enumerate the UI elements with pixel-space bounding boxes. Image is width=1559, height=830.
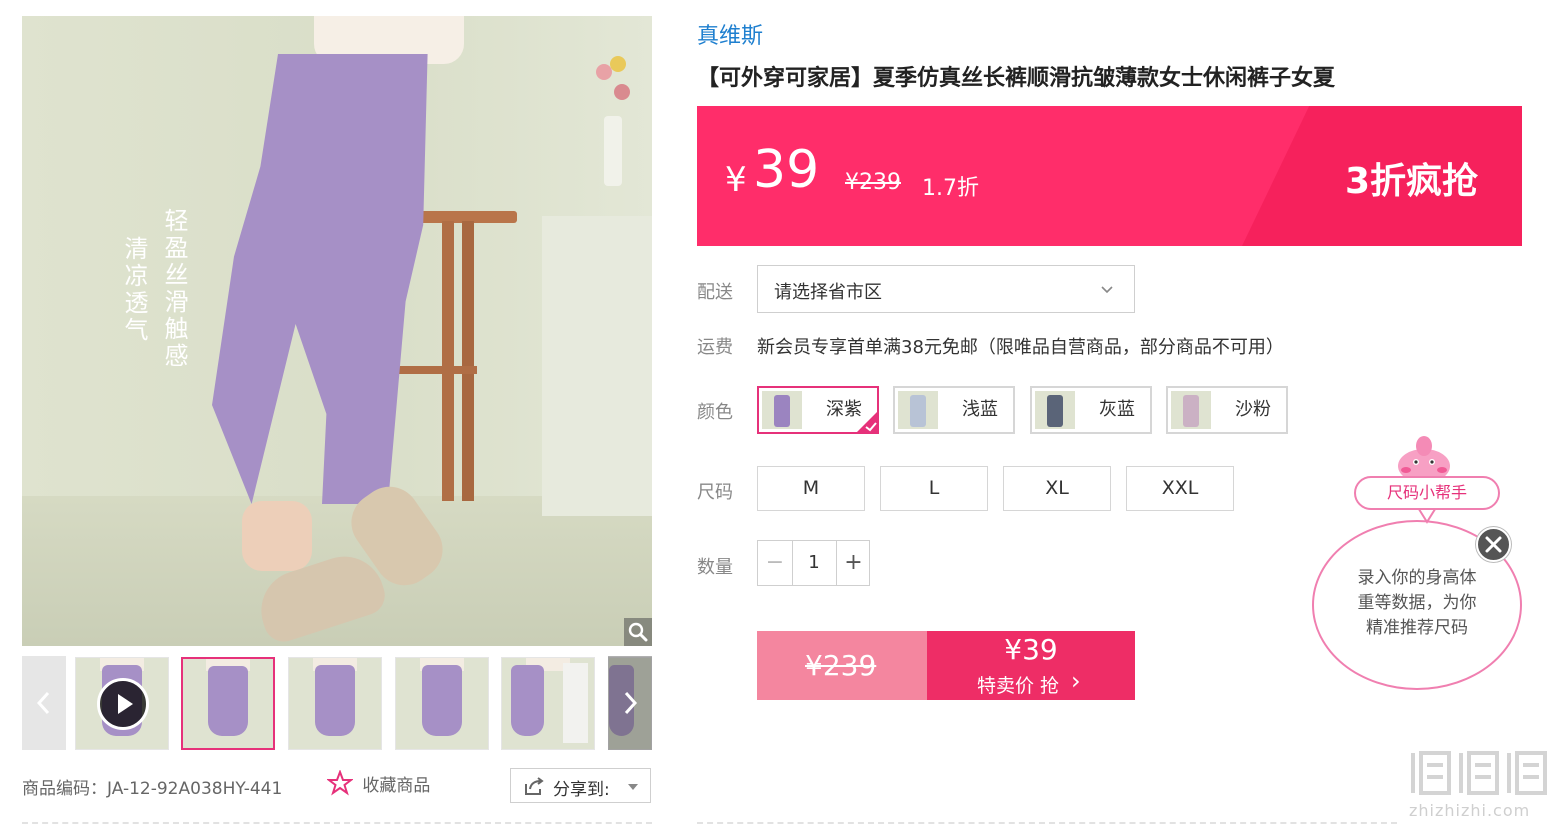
favorite-label: 收藏商品 — [362, 775, 431, 796]
currency-symbol: ¥ — [725, 160, 747, 200]
stool-leg — [462, 221, 474, 501]
color-name: 沙粉 — [1235, 399, 1271, 420]
brand-link[interactable]: 真维斯 — [697, 18, 763, 50]
region-select[interactable]: 请选择省市区 — [757, 265, 1135, 313]
color-option-sand-pink[interactable]: 沙粉 — [1166, 386, 1288, 434]
buy-now-button[interactable]: ¥39 特卖价 抢 › — [927, 631, 1135, 700]
divider — [697, 822, 1397, 824]
swatch-pants — [1183, 395, 1199, 427]
color-name: 浅蓝 — [962, 399, 998, 420]
zoom-button[interactable] — [624, 618, 652, 646]
watermark: zhizhizhi.com — [1405, 745, 1555, 825]
size-option-m[interactable]: M — [757, 466, 865, 511]
thumbnail-image[interactable] — [288, 657, 382, 750]
quantity-stepper: − 1 + — [757, 540, 870, 586]
color-swatch — [762, 391, 802, 429]
close-helper-button[interactable] — [1476, 527, 1511, 562]
size-label: 尺码 — [697, 482, 733, 503]
color-option-deep-purple[interactable]: 深紫 — [757, 386, 879, 434]
model-ankle — [242, 501, 312, 571]
thumb-pants — [511, 665, 545, 737]
share-icon — [525, 777, 544, 795]
selected-check-icon — [855, 410, 879, 434]
zoom-icon — [628, 622, 648, 642]
buy-action-label: 特卖价 抢 — [977, 675, 1060, 697]
quantity-label: 数量 — [697, 557, 733, 578]
swatch-pants — [774, 395, 790, 427]
thumbnail-image[interactable] — [395, 657, 489, 750]
chevron-down-icon — [1101, 286, 1113, 294]
thumbnail-next-button[interactable] — [608, 656, 652, 750]
buy-original-price: ¥239 — [805, 649, 877, 682]
shipping-text: 新会员专享首单满38元免邮（限唯品自营商品，部分商品不可用） — [757, 337, 1284, 358]
current-price: 39 — [753, 140, 820, 200]
quantity-input[interactable]: 1 — [792, 541, 836, 585]
share-label: 分享到: — [553, 780, 610, 800]
region-select-value: 请选择省市区 — [774, 282, 882, 303]
size-option-l[interactable]: L — [880, 466, 988, 511]
watermark-text: zhizhizhi.com — [1409, 801, 1531, 820]
color-swatch — [898, 391, 938, 429]
stool-leg — [442, 221, 454, 501]
size-helper-tag[interactable]: 尺码小帮手 — [1354, 476, 1500, 510]
play-icon — [118, 694, 133, 714]
size-helper-line: 重等数据，为你 — [1357, 593, 1477, 613]
thumb-pants — [208, 666, 248, 736]
chevron-left-icon — [36, 691, 50, 715]
watermark-logo — [1411, 751, 1547, 795]
color-name: 灰蓝 — [1099, 399, 1135, 420]
thumb-detail-strip — [562, 662, 589, 743]
color-option-light-blue[interactable]: 浅蓝 — [893, 386, 1015, 434]
product-code: 商品编码：JA-12-92A038HY-441 — [22, 779, 283, 799]
close-icon — [1485, 536, 1502, 553]
color-label: 颜色 — [697, 402, 733, 423]
caret-down-icon — [628, 784, 638, 790]
thumbnail-image[interactable] — [181, 657, 275, 750]
promo-label: 3折疯抢 — [1344, 161, 1478, 202]
color-swatch — [1171, 391, 1211, 429]
color-option-grey-blue[interactable]: 灰蓝 — [1030, 386, 1152, 434]
main-product-image[interactable]: 轻盈丝滑触感 清凉透气 — [22, 16, 652, 646]
favorite-button[interactable]: 收藏商品 — [326, 769, 431, 796]
chevron-right-icon — [624, 691, 638, 715]
thumbnail-video[interactable] — [75, 657, 169, 750]
price-banner: ¥ 39 ¥239 1.7折 3折疯抢 — [697, 106, 1522, 246]
discount-rate: 1.7折 — [922, 176, 979, 201]
size-option-xxl[interactable]: XXL — [1126, 466, 1234, 511]
thumb-pants — [421, 665, 463, 737]
star-icon — [326, 769, 354, 796]
quantity-decrement-button[interactable]: − — [758, 541, 793, 585]
divider — [22, 822, 652, 824]
flower-vase — [592, 56, 632, 186]
chevron-right-icon: › — [1071, 667, 1081, 695]
thumbnail-image[interactable] — [501, 657, 595, 750]
image-caption-2: 清凉透气 — [120, 236, 148, 344]
thumb-pants — [314, 665, 356, 737]
size-option-xl[interactable]: XL — [1003, 466, 1111, 511]
quantity-increment-button[interactable]: + — [836, 541, 870, 585]
color-swatch — [1035, 391, 1075, 429]
swatch-pants — [1047, 395, 1063, 427]
share-button[interactable]: 分享到: — [510, 768, 651, 803]
image-caption-1: 轻盈丝滑触感 — [160, 208, 188, 370]
delivery-label: 配送 — [697, 282, 733, 303]
thumbnail-prev-button[interactable] — [22, 656, 66, 750]
size-helper-line: 精准推荐尺码 — [1366, 618, 1468, 638]
product-title: 【可外穿可家居】夏季仿真丝长裤顺滑抗皱薄款女士休闲裤子女夏 — [697, 66, 1336, 91]
original-price: ¥239 — [845, 170, 901, 195]
size-helper-line: 录入你的身高体 — [1357, 568, 1477, 588]
size-helper-message: 录入你的身高体 重等数据，为你 精准推荐尺码 — [1314, 566, 1520, 641]
buy-price: ¥39 — [1004, 633, 1058, 666]
mascot-icon — [1398, 436, 1450, 482]
model-pants — [212, 54, 428, 504]
swatch-pants — [910, 395, 926, 427]
play-button[interactable] — [97, 678, 149, 730]
shelf — [542, 216, 652, 516]
shipping-label: 运费 — [697, 337, 733, 358]
buy-original-price-panel[interactable]: ¥239 — [757, 631, 927, 700]
